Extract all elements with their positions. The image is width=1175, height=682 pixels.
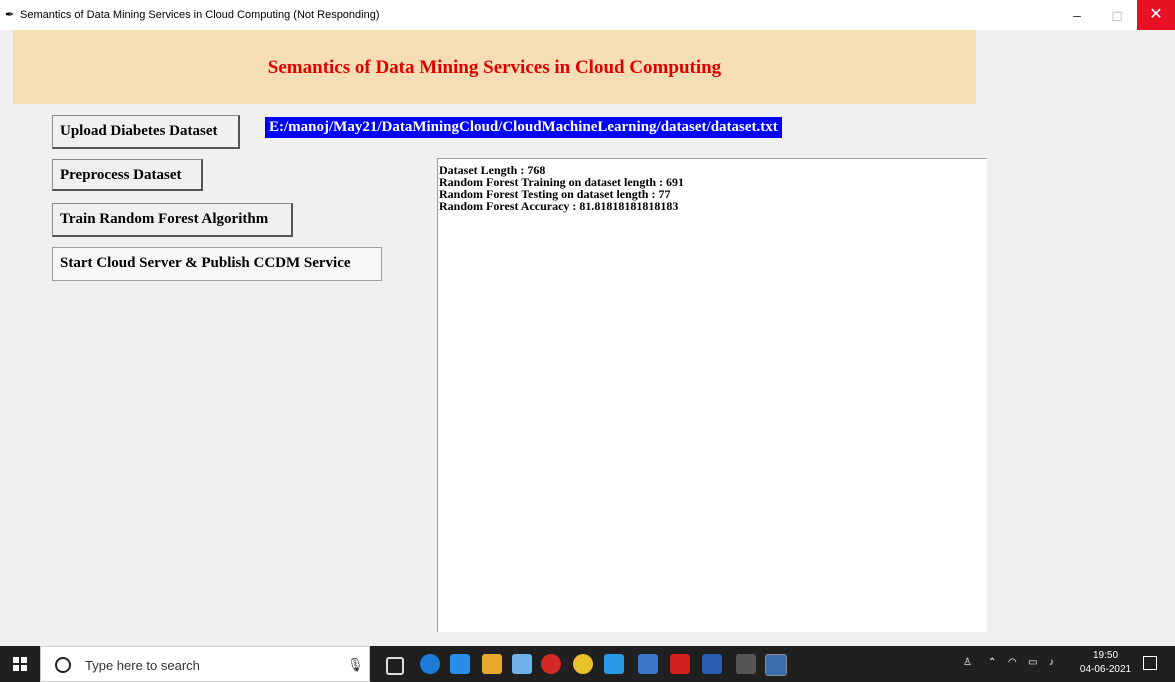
feather-icon: ✒ bbox=[5, 9, 15, 21]
terminal-icon[interactable] bbox=[736, 654, 756, 674]
clock-time: 19:50 bbox=[1092, 650, 1119, 661]
chevron-up-icon[interactable]: ⌃ bbox=[988, 657, 996, 668]
windows-start-icon[interactable] bbox=[13, 657, 27, 671]
page-title: Semantics of Data Mining Services in Clo… bbox=[267, 57, 722, 78]
preprocess-dataset-button[interactable]: Preprocess Dataset bbox=[52, 159, 203, 191]
notification-icon[interactable] bbox=[1143, 656, 1157, 670]
taskbar-clock[interactable]: 19:50 04-06-2021 bbox=[1078, 649, 1133, 677]
edge-icon[interactable] bbox=[420, 654, 440, 674]
train-random-forest-button[interactable]: Train Random Forest Algorithm bbox=[52, 203, 293, 237]
wifi-icon[interactable]: ◠ bbox=[1008, 657, 1017, 668]
maximize-button[interactable]: ◻ bbox=[1098, 0, 1136, 30]
opera-icon[interactable] bbox=[541, 654, 561, 674]
clock-date: 04-06-2021 bbox=[1079, 664, 1132, 675]
files-icon[interactable] bbox=[638, 654, 658, 674]
header-banner: Semantics of Data Mining Services in Clo… bbox=[13, 30, 976, 104]
microphone-icon[interactable]: 🎙 bbox=[347, 657, 364, 673]
cortana-icon bbox=[55, 657, 71, 673]
volume-icon[interactable]: ♪ bbox=[1049, 657, 1054, 668]
keyboard-icon[interactable]: ▭ bbox=[1028, 657, 1037, 668]
acrobat-icon[interactable] bbox=[670, 654, 690, 674]
word-icon[interactable] bbox=[702, 654, 722, 674]
output-line: Random Forest Accuracy : 81.818181818181… bbox=[439, 199, 679, 213]
window-titlebar: ✒ Semantics of Data Mining Services in C… bbox=[0, 0, 1175, 30]
upload-dataset-button[interactable]: Upload Diabetes Dataset bbox=[52, 115, 240, 149]
chrome-icon[interactable] bbox=[573, 654, 593, 674]
start-cloud-server-button[interactable]: Start Cloud Server & Publish CCDM Servic… bbox=[52, 247, 382, 281]
python-icon[interactable] bbox=[765, 654, 787, 676]
store-icon[interactable] bbox=[482, 654, 502, 674]
app-icon[interactable] bbox=[512, 654, 532, 674]
explorer-icon[interactable] bbox=[604, 654, 624, 674]
dataset-path-label: E:/manoj/May21/DataMiningCloud/CloudMach… bbox=[265, 117, 782, 138]
minimize-button[interactable]: – bbox=[1058, 0, 1096, 30]
people-icon[interactable]: ♙ bbox=[963, 657, 972, 668]
mail-icon[interactable] bbox=[450, 654, 470, 674]
taskbar-search[interactable]: Type here to search 🎙 bbox=[40, 646, 370, 682]
window-title: Semantics of Data Mining Services in Clo… bbox=[20, 9, 380, 21]
close-button[interactable]: ✕ bbox=[1137, 0, 1175, 30]
output-textarea[interactable]: Dataset Length : 768 Random Forest Train… bbox=[437, 158, 987, 632]
task-view-icon[interactable] bbox=[386, 657, 404, 675]
search-placeholder: Type here to search bbox=[85, 658, 200, 673]
taskbar: Type here to search 🎙 ♙ ⌃ ◠ ▭ ♪ 19:50 04… bbox=[0, 646, 1175, 682]
